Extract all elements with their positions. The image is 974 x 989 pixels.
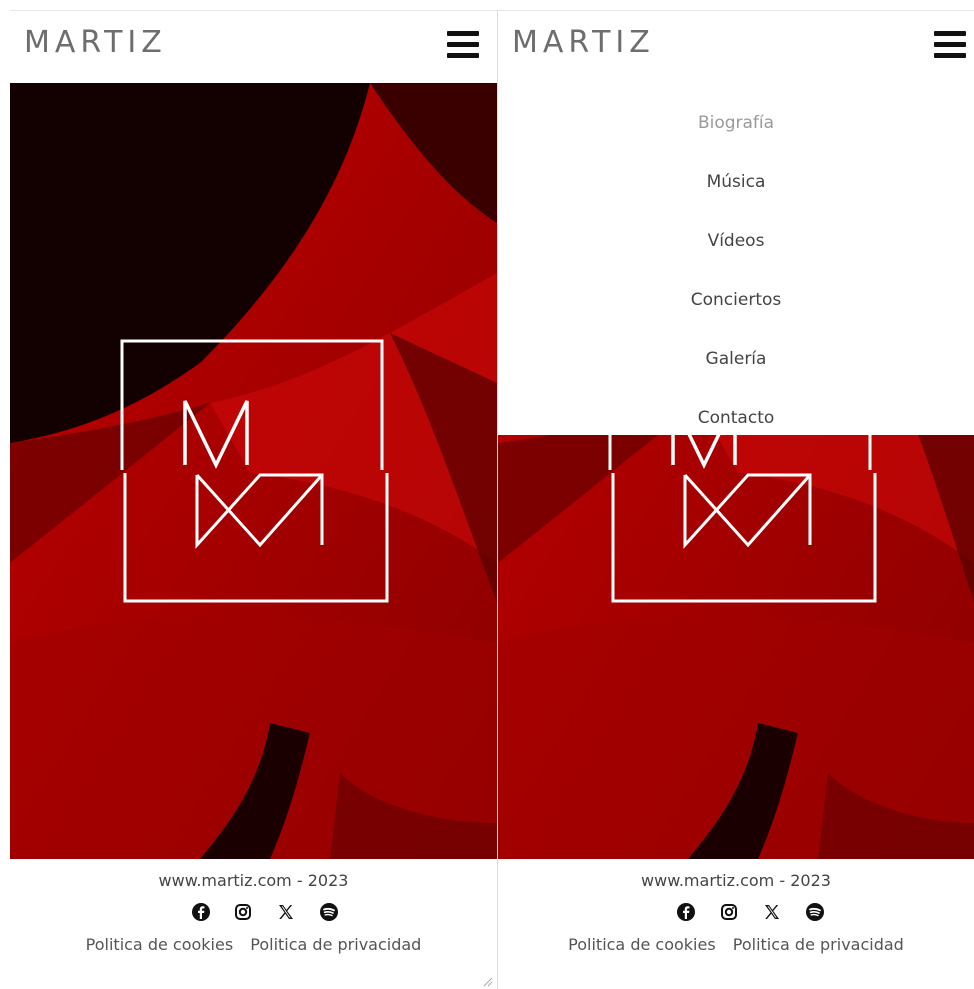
privacy-policy-link[interactable]: Politica de privacidad bbox=[250, 935, 421, 954]
instagram-icon[interactable] bbox=[719, 902, 739, 922]
cookies-policy-link[interactable]: Politica de cookies bbox=[86, 935, 234, 954]
instagram-icon[interactable] bbox=[233, 902, 253, 922]
x-icon[interactable] bbox=[276, 902, 296, 922]
site-logo[interactable]: MARTIZ bbox=[512, 25, 655, 60]
menu-item-biografia[interactable]: Biografía bbox=[498, 113, 974, 133]
page-view-menu-open: MARTIZ Biografía Música Vídeos Concierto… bbox=[498, 11, 974, 989]
facebook-icon[interactable] bbox=[676, 902, 696, 922]
hero-photo bbox=[10, 83, 497, 859]
menu-item-musica[interactable]: Música bbox=[498, 172, 974, 192]
hamburger-menu-icon[interactable] bbox=[934, 31, 966, 59]
privacy-policy-link[interactable]: Politica de privacidad bbox=[733, 935, 904, 954]
legal-links: Politica de cookies Politica de privacid… bbox=[498, 935, 974, 954]
menu-item-videos[interactable]: Vídeos bbox=[498, 231, 974, 251]
site-header: MARTIZ bbox=[498, 11, 974, 83]
footer-copyright: www.martiz.com - 2023 bbox=[158, 871, 349, 890]
social-links bbox=[498, 902, 974, 922]
hamburger-menu-icon[interactable] bbox=[447, 31, 479, 59]
site-logo[interactable]: MARTIZ bbox=[24, 25, 167, 60]
spotify-icon[interactable] bbox=[805, 902, 825, 922]
cookies-policy-link[interactable]: Politica de cookies bbox=[568, 935, 716, 954]
nav-menu-dropdown: Biografía Música Vídeos Conciertos Galer… bbox=[498, 83, 974, 435]
site-footer: www.martiz.com - 2023 Politica de cookie… bbox=[498, 859, 974, 989]
menu-item-conciertos[interactable]: Conciertos bbox=[498, 290, 974, 310]
social-links bbox=[10, 902, 497, 922]
resize-handle-icon[interactable] bbox=[481, 975, 493, 987]
hero-image bbox=[10, 83, 497, 859]
menu-item-galeria[interactable]: Galería bbox=[498, 349, 974, 369]
site-header: MARTIZ bbox=[10, 11, 497, 83]
legal-links: Politica de cookies Politica de privacid… bbox=[10, 935, 497, 954]
spotify-icon[interactable] bbox=[319, 902, 339, 922]
menu-item-contacto[interactable]: Contacto bbox=[498, 408, 974, 428]
footer-copyright: www.martiz.com - 2023 bbox=[641, 871, 831, 890]
page-view-menu-closed: MARTIZ www.martiz.com - 2023 Politica de… bbox=[10, 11, 497, 989]
facebook-icon[interactable] bbox=[191, 902, 211, 922]
site-footer: www.martiz.com - 2023 Politica de cookie… bbox=[10, 859, 497, 989]
x-icon[interactable] bbox=[762, 902, 782, 922]
